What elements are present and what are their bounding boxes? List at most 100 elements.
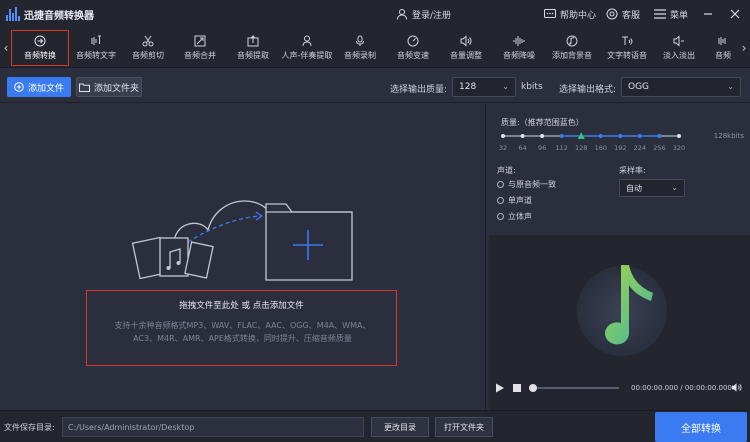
headset-icon [606,8,618,20]
folder-icon [78,83,90,92]
close-button[interactable] [730,0,740,28]
fade-icon [673,35,684,47]
radio-icon [497,181,504,188]
tool-label: 音频 [715,51,731,60]
quality-tick-label: 32 [499,144,507,152]
help-icon [544,8,556,18]
scissors-icon [142,35,154,47]
bottom-bar: 文件保存目录: C:/Users/Administrator/Desktop 更… [0,410,750,442]
save-dir-field[interactable]: C:/Users/Administrator/Desktop [62,417,364,437]
audio-preview-player: 00:00:00.000 / 00:00:00.000 [489,235,750,410]
tool-vocal-extract[interactable]: 人声-伴奏提取 [279,30,335,66]
change-dir-button[interactable]: 更改目录 [371,417,429,437]
app-title: 迅捷音频转换器 [24,10,94,22]
quality-tick[interactable] [540,134,545,138]
tool-label: 文字转语音 [607,51,647,60]
music-note-artwork [577,265,667,356]
tool-label: 添加背景音 [552,51,592,60]
quality-tick[interactable] [677,134,681,138]
playback-progress-knob[interactable] [529,384,537,392]
tool-audio-denoise[interactable]: 音频降噪 [499,30,539,66]
playback-progress-track[interactable] [529,384,619,392]
quality-tick[interactable] [520,134,525,138]
chevron-down-icon: ⌄ [727,82,734,91]
output-settings-panel: 质量:（推荐范围蓝色） 32 64 96 112 128 160 192 224 256 320 … [489,104,750,232]
samplerate-select[interactable]: 自动 ⌄ [619,179,685,197]
quality-tick[interactable] [618,134,623,138]
quality-readout: 128kbits [713,132,744,140]
quality-tick-label: 160 [595,144,607,152]
help-center-button[interactable]: 帮助中心 [544,0,596,28]
quality-tick[interactable] [501,134,505,138]
speaker-icon [731,383,742,392]
chevron-down-icon: ⌄ [671,183,678,192]
plus-circle-icon [14,82,24,92]
tool-audio-convert[interactable]: 音频转换 [11,30,69,66]
tool-fade-in-out[interactable]: 淡入淡出 [659,30,699,66]
feature-toolbar: ‹ 音频转换 音频转文字 音频剪切 音频合并 音频提取 人声-伴奏提取 音频录制… [0,28,750,68]
tool-audio-speed[interactable]: 音频变速 [393,30,433,66]
add-folder-label: 添加文件夹 [93,83,139,94]
player-volume-button[interactable] [731,382,742,396]
vocal-icon [302,35,312,47]
tool-audio-extract[interactable]: 音频提取 [233,30,273,66]
background-music-icon [566,35,578,47]
quality-select[interactable]: 128 ⌄ [452,77,516,97]
tool-audio-cut[interactable]: 音频剪切 [128,30,168,66]
add-folder-button[interactable]: 添加文件夹 [76,77,142,97]
quality-slider[interactable]: 32 64 96 112 128 160 192 224 256 320 [489,126,750,156]
channel-option-label: 与原音频一致 [508,180,556,189]
play-icon [496,383,504,393]
format-select[interactable]: OGG ⌄ [621,77,741,97]
change-dir-label: 更改目录 [384,422,416,432]
quality-tick-label: 320 [673,144,685,152]
quality-tick-label: 96 [538,144,546,152]
tool-background-music[interactable]: 添加背景音 [548,30,596,66]
quality-tick[interactable] [657,134,662,138]
menu-button[interactable]: 菜单 [654,0,688,28]
drop-title: 拖拽文件至此处 或 点击添加文件 [179,301,304,311]
audio-to-text-icon [91,35,101,45]
denoise-icon [513,36,525,46]
format-label: 选择输出格式: [559,85,617,95]
channel-option-original[interactable]: 与原音频一致 [497,179,556,190]
file-drop-zone[interactable]: 拖拽文件至此处 或 点击添加文件 支持十余种音频格式MP3、WAV、FLAC、A… [0,104,486,410]
play-button[interactable] [495,383,505,396]
folder-plus-icon [265,203,353,281]
customer-service-button[interactable]: 客服 [606,0,640,28]
convert-all-button[interactable]: 全部转换 [655,412,747,442]
more-icon [718,37,726,45]
add-file-button[interactable]: 添加文件 [7,77,71,97]
tool-audio-merge[interactable]: 音频合并 [180,30,220,66]
minimize-icon [704,13,712,15]
quality-tick[interactable] [637,134,642,138]
toolbar-next-arrow[interactable]: › [738,28,750,68]
login-button[interactable]: 登录/注册 [396,0,451,28]
quality-tick[interactable] [598,134,603,138]
tool-label: 音频降噪 [503,51,535,60]
quality-tick-label: 224 [634,144,646,152]
tool-volume-adjust[interactable]: 音量调整 [446,30,486,66]
save-dir-label: 文件保存目录: [4,423,55,432]
microphone-icon [356,35,364,46]
quality-tick[interactable] [559,134,564,138]
channel-option-mono[interactable]: 单声道 [497,195,532,206]
quality-tick-label: 128 [575,144,587,152]
tool-label: 音频提取 [237,51,269,60]
quality-tick-label: 192 [614,144,626,152]
action-bar: 添加文件 添加文件夹 选择输出质量: 128 ⌄ kbits 选择输出格式: O… [0,69,750,103]
channel-option-stereo[interactable]: 立体声 [497,211,532,222]
tool-more[interactable]: 音频 [708,30,738,66]
tool-text-to-speech[interactable]: 文字转语音 [602,30,652,66]
tool-audio-record[interactable]: 音频录制 [340,30,380,66]
quality-tick-label: 112 [555,144,567,152]
menu-label: 菜单 [670,10,689,21]
tool-audio-to-text[interactable]: 音频转文字 [73,30,119,66]
open-folder-label: 打开文件夹 [444,422,484,432]
samplerate-title: 采样率: [619,166,646,175]
stop-button[interactable] [512,383,522,396]
quality-unit: kbits [521,82,543,92]
music-file-icon [131,236,214,280]
open-folder-button[interactable]: 打开文件夹 [435,417,493,437]
minimize-button[interactable] [703,0,713,28]
